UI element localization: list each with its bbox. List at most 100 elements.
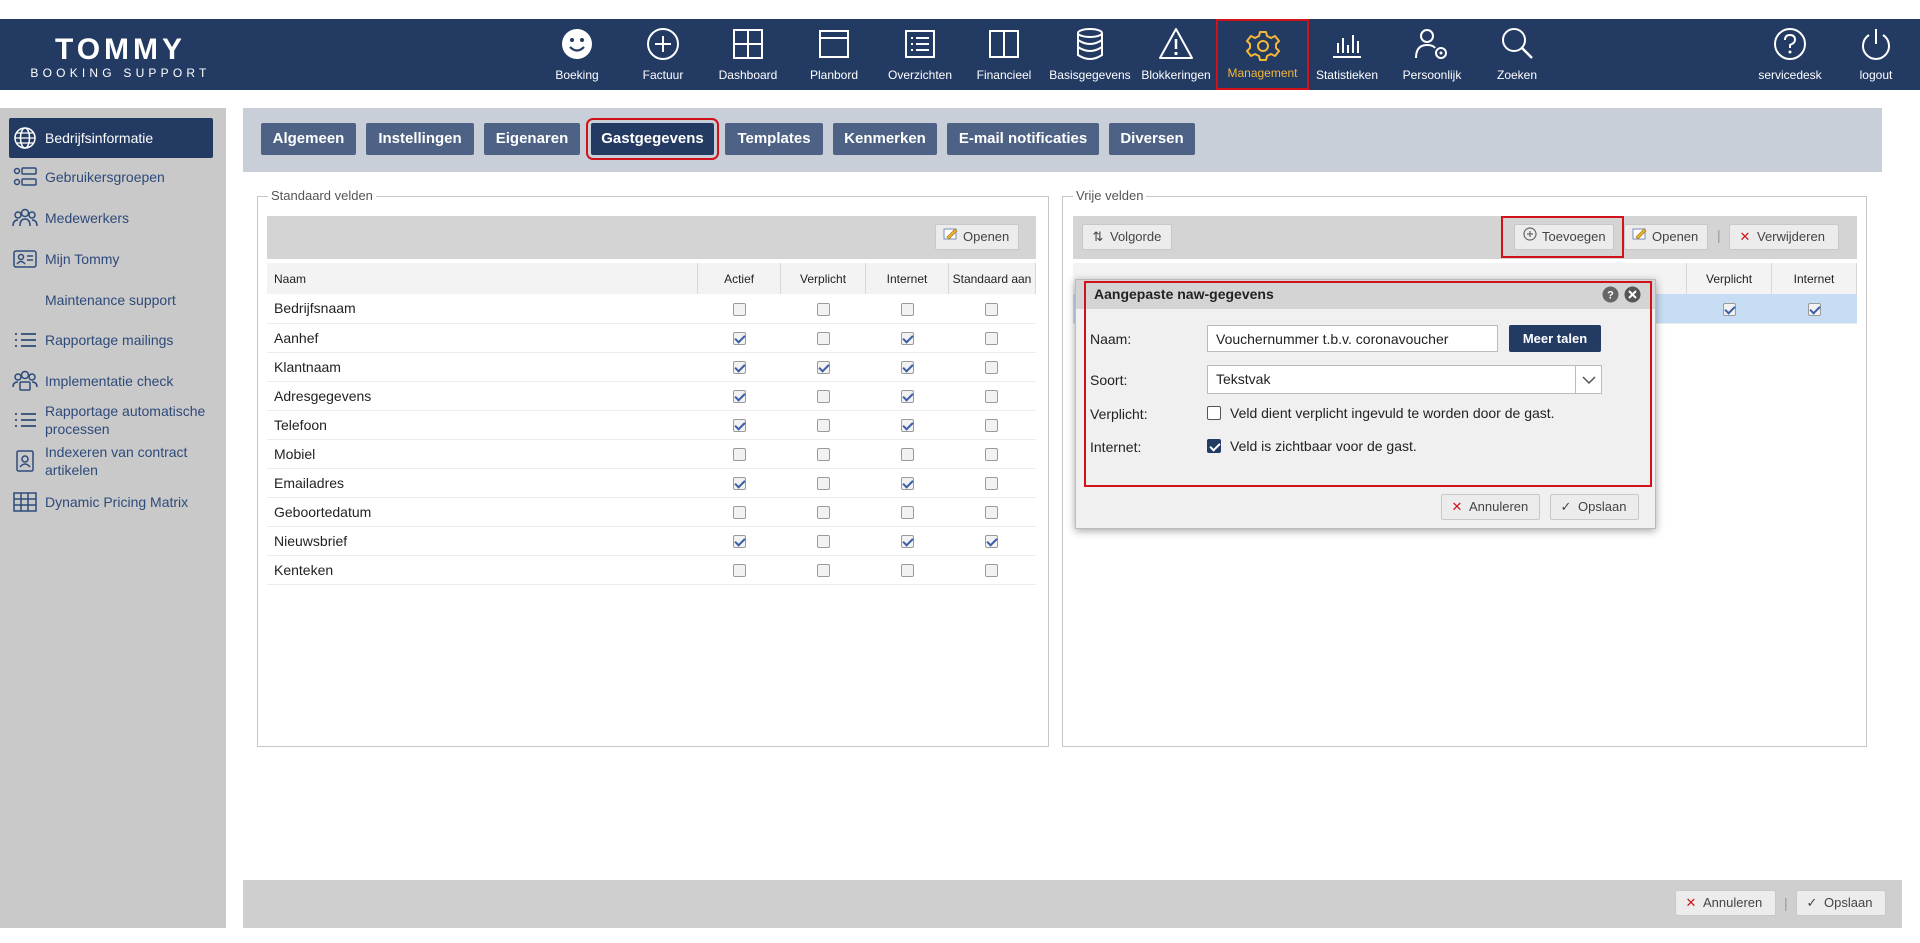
table-row[interactable]: Klantnaam [267,352,1036,382]
dialog-save-button[interactable]: ✓ Opslaan [1550,494,1639,520]
checkbox[interactable] [900,332,914,346]
nav-logout[interactable]: logout [1850,19,1902,90]
tab-eigenaren[interactable]: Eigenaren [484,123,580,155]
nav-dashboard[interactable]: Dashboard [712,19,784,90]
required-checkbox-row[interactable]: Veld dient verplicht ingevuld te worden … [1207,405,1555,421]
checkbox[interactable] [732,419,746,433]
checkbox[interactable] [900,535,914,549]
order-button[interactable]: ⇅ Volgorde [1082,224,1172,250]
checkbox[interactable] [816,448,830,462]
checkbox[interactable] [732,390,746,404]
type-select[interactable]: Tekstvak [1207,365,1602,394]
footer-cancel-button[interactable]: ✕ Annuleren [1675,890,1776,916]
column-header[interactable]: Standaard aan [948,263,1037,294]
table-row[interactable]: Telefoon [267,410,1036,440]
sidebar-item-indexeren-contract-artikelen[interactable]: Indexeren van contract artikelen [9,441,213,481]
tab-instellingen[interactable]: Instellingen [366,123,474,155]
name-input[interactable] [1207,325,1498,352]
required-checkbox[interactable] [1207,406,1221,420]
column-header[interactable]: Verplicht [780,263,867,294]
checkbox[interactable] [985,535,999,549]
checkbox[interactable] [816,419,830,433]
sidebar-item-rapportage-mailings[interactable]: Rapportage mailings [9,322,213,358]
table-row[interactable]: Emailadres [267,468,1036,498]
checkbox[interactable] [900,419,914,433]
footer-save-button[interactable]: ✓ Opslaan [1796,890,1886,916]
table-row[interactable]: Geboortedatum [267,497,1036,527]
checkbox[interactable] [816,564,830,578]
nav-zoeken[interactable]: Zoeken [1484,19,1550,90]
nav-factuur[interactable]: Factuur [634,19,692,90]
checkbox[interactable] [1807,303,1821,317]
checkbox[interactable] [732,506,746,520]
tab-templates[interactable]: Templates [725,123,823,155]
checkbox[interactable] [816,390,830,404]
tab-gastgegevens[interactable]: Gastgegevens [586,118,719,160]
checkbox[interactable] [816,361,830,375]
checkbox[interactable] [900,448,914,462]
checkbox[interactable] [985,506,999,520]
sidebar-item-gebruikersgroepen[interactable]: Gebruikersgroepen [9,159,213,195]
checkbox[interactable] [732,332,746,346]
checkbox[interactable] [816,303,830,317]
add-button[interactable]: Toevoegen [1514,224,1614,250]
nav-overzichten[interactable]: Overzichten [882,19,958,90]
checkbox[interactable] [816,535,830,549]
nav-statistieken[interactable]: Statistieken [1312,19,1382,90]
nav-blokkeringen[interactable]: Blokkeringen [1140,19,1212,90]
checkbox[interactable] [732,564,746,578]
checkbox[interactable] [732,303,746,317]
checkbox[interactable] [816,332,830,346]
checkbox[interactable] [985,448,999,462]
table-row[interactable]: Bedrijfsnaam [267,294,1036,324]
tab-diversen[interactable]: Diversen [1109,123,1195,155]
checkbox[interactable] [985,564,999,578]
nav-planbord[interactable]: Planbord [800,19,868,90]
checkbox[interactable] [816,477,830,491]
checkbox[interactable] [732,477,746,491]
sidebar-item-implementatie-check[interactable]: Implementatie check [9,363,213,399]
column-header[interactable]: Internet [865,263,949,294]
nav-persoonlijk[interactable]: Persoonlijk [1397,19,1467,90]
checkbox[interactable] [732,448,746,462]
checkbox[interactable] [1722,303,1736,317]
dialog-cancel-button[interactable]: ✕ Annuleren [1441,494,1540,520]
sidebar-item-medewerkers[interactable]: Medewerkers [9,200,213,236]
checkbox[interactable] [900,564,914,578]
sidebar-item-dynamic-pricing-matrix[interactable]: Dynamic Pricing Matrix [9,484,213,520]
checkbox[interactable] [732,361,746,375]
table-row[interactable]: Nieuwsbrief [267,526,1036,556]
sidebar-item-bedrijfsinformatie[interactable]: Bedrijfsinformatie [9,118,213,158]
sidebar-item-mijn-tommy[interactable]: Mijn Tommy [9,241,213,277]
table-row[interactable]: Mobiel [267,439,1036,469]
checkbox[interactable] [985,303,999,317]
nav-boeking[interactable]: Boeking [553,19,601,90]
column-header[interactable]: Naam [267,263,699,294]
column-header[interactable]: Verplicht [1686,263,1773,294]
tab-kenmerken[interactable]: Kenmerken [833,123,937,155]
nav-management[interactable]: Management [1216,19,1309,90]
table-row[interactable]: Aanhef [267,323,1036,353]
more-languages-button[interactable]: Meer talen [1509,325,1601,352]
column-header[interactable]: Internet [1771,263,1857,294]
checkbox[interactable] [732,535,746,549]
table-row[interactable]: Adresgegevens [267,381,1036,411]
sidebar-item-maintenance-support[interactable]: Maintenance support [9,282,213,318]
tommy-logo[interactable]: TOMMY BOOKING SUPPORT [28,35,213,81]
delete-button[interactable]: ✕ Verwijderen [1729,224,1839,250]
checkbox[interactable] [900,506,914,520]
checkbox[interactable] [816,506,830,520]
checkbox[interactable] [985,361,999,375]
checkbox[interactable] [985,390,999,404]
internet-checkbox-row[interactable]: Veld is zichtbaar voor de gast. [1207,438,1417,454]
checkbox[interactable] [985,332,999,346]
nav-servicedesk[interactable]: servicedesk [1752,19,1828,90]
internet-checkbox[interactable] [1207,439,1221,453]
sidebar-item-rapportage-automatische-processen[interactable]: Rapportage automatische processen [9,400,213,440]
table-row[interactable]: Kenteken [267,555,1036,585]
nav-basisgegevens[interactable]: Basisgegevens [1048,19,1132,90]
column-header[interactable]: Actief [697,263,782,294]
checkbox[interactable] [900,361,914,375]
tab-algemeen[interactable]: Algemeen [261,123,356,155]
checkbox[interactable] [985,477,999,491]
